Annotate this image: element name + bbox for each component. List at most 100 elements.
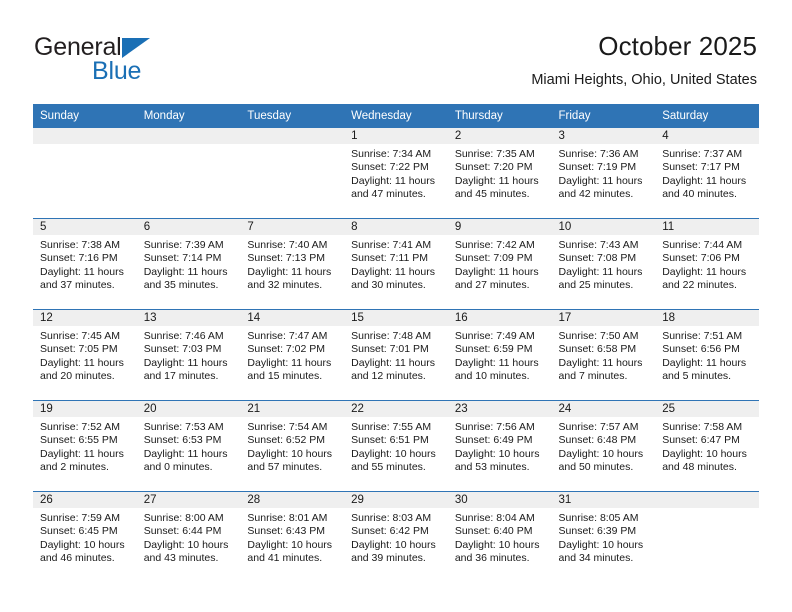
sunrise-text: Sunrise: 7:46 AM	[143, 330, 224, 342]
sunrise-text: Sunrise: 7:54 AM	[247, 421, 328, 433]
calendar-day-cell[interactable]: 16 Sunrise: 7:49 AM Sunset: 6:59 PM Dayligh…	[447, 309, 552, 401]
weekday-header-friday: Friday	[551, 104, 656, 128]
calendar-day-cell[interactable]: 30 Sunrise: 8:04 AM Sunset: 6:40 PM Dayligh…	[447, 491, 552, 582]
sunrise-text: Sunrise: 7:52 AM	[40, 421, 120, 433]
daylight-text-line1: Daylight: 11 hours	[351, 174, 435, 187]
sunset-text: Sunset: 7:02 PM	[247, 343, 326, 356]
calendar-day-cell[interactable]: 17 Sunrise: 7:50 AM Sunset: 6:58 PM Dayligh…	[551, 309, 656, 401]
sunset-text: Sunset: 7:06 PM	[662, 252, 740, 265]
calendar-day-cell-empty	[33, 128, 137, 219]
day-number: 22	[344, 401, 448, 417]
calendar-week-row: 1 Sunrise: 7:34 AM Sunset: 7:22 PM Daylight…	[33, 128, 759, 219]
calendar-day-cell[interactable]: 11 Sunrise: 7:44 AM Sunset: 7:06 PM Dayligh…	[655, 218, 759, 310]
calendar-day-cell[interactable]: 31 Sunrise: 8:05 AM Sunset: 6:39 PM Dayligh…	[551, 491, 656, 582]
calendar-day-cell[interactable]: 7 Sunrise: 7:40 AM Sunset: 7:13 PM Daylight…	[240, 218, 345, 310]
calendar-container: Sunday Monday Tuesday Wednesday Thursday…	[33, 104, 759, 582]
calendar-day-cell[interactable]: 26 Sunrise: 7:59 AM Sunset: 6:45 PM Dayligh…	[33, 491, 137, 582]
calendar-day-cell[interactable]: 25 Sunrise: 7:58 AM Sunset: 6:47 PM Dayligh…	[655, 400, 759, 492]
day-cell-inner: 13 Sunrise: 7:46 AM Sunset: 7:03 PM Dayligh…	[136, 310, 241, 400]
calendar-day-cell[interactable]: 12 Sunrise: 7:45 AM Sunset: 7:05 PM Dayligh…	[33, 309, 137, 401]
day-cell-inner: 10 Sunrise: 7:43 AM Sunset: 7:08 PM Dayligh…	[551, 219, 656, 309]
day-cell-inner: 4 Sunrise: 7:37 AM Sunset: 7:17 PM Daylight…	[655, 128, 759, 218]
day-cell-inner: 1 Sunrise: 7:34 AM Sunset: 7:22 PM Daylight…	[344, 128, 448, 218]
sunset-text: Sunset: 6:59 PM	[454, 343, 533, 356]
calendar-day-cell[interactable]: 15 Sunrise: 7:48 AM Sunset: 7:01 PM Dayligh…	[344, 309, 448, 401]
calendar-week-row: 5 Sunrise: 7:38 AM Sunset: 7:16 PM Daylight…	[33, 218, 759, 310]
daylight-text-line1: Daylight: 10 hours	[454, 538, 540, 551]
calendar-day-cell[interactable]: 28 Sunrise: 8:01 AM Sunset: 6:43 PM Dayligh…	[240, 491, 345, 582]
page-header: General Blue October 2025 Miami Heights,…	[0, 0, 792, 100]
sunset-text: Sunset: 7:19 PM	[558, 161, 637, 174]
daylight-text-line2: and 46 minutes.	[40, 552, 115, 565]
calendar-day-cell[interactable]: 14 Sunrise: 7:47 AM Sunset: 7:02 PM Dayligh…	[240, 309, 345, 401]
calendar-day-cell[interactable]: 6 Sunrise: 7:39 AM Sunset: 7:14 PM Daylight…	[136, 218, 241, 310]
day-number	[655, 492, 759, 508]
sunset-text: Sunset: 6:47 PM	[662, 434, 740, 447]
calendar-day-cell[interactable]: 5 Sunrise: 7:38 AM Sunset: 7:16 PM Daylight…	[33, 218, 137, 310]
calendar-day-cell[interactable]: 23 Sunrise: 7:56 AM Sunset: 6:49 PM Dayligh…	[447, 400, 552, 492]
day-cell-inner: 8 Sunrise: 7:41 AM Sunset: 7:11 PM Daylight…	[344, 219, 448, 309]
calendar-day-cell-empty	[240, 128, 345, 219]
day-number: 3	[551, 128, 656, 144]
sunrise-text: Sunrise: 7:40 AM	[247, 239, 328, 251]
sunrise-text: Sunrise: 7:48 AM	[351, 330, 432, 342]
daylight-text-line2: and 20 minutes.	[40, 370, 115, 383]
day-details: Sunrise: 7:39 AM Sunset: 7:14 PM Daylight:…	[137, 235, 241, 293]
day-details: Sunrise: 8:01 AM Sunset: 6:43 PM Daylight:…	[240, 508, 344, 566]
sunrise-text: Sunrise: 7:36 AM	[558, 148, 639, 160]
calendar-day-cell[interactable]: 19 Sunrise: 7:52 AM Sunset: 6:55 PM Dayligh…	[33, 400, 137, 492]
calendar-week-row: 12 Sunrise: 7:45 AM Sunset: 7:05 PM Dayligh…	[33, 309, 759, 401]
calendar-day-cell[interactable]: 20 Sunrise: 7:53 AM Sunset: 6:53 PM Dayligh…	[136, 400, 241, 492]
daylight-text-line1: Daylight: 10 hours	[247, 538, 333, 551]
calendar-day-cell[interactable]: 24 Sunrise: 7:57 AM Sunset: 6:48 PM Dayligh…	[551, 400, 656, 492]
calendar-day-cell[interactable]: 9 Sunrise: 7:42 AM Sunset: 7:09 PM Daylight…	[447, 218, 552, 310]
day-details: Sunrise: 7:52 AM Sunset: 6:55 PM Daylight:…	[33, 417, 137, 475]
calendar-day-cell[interactable]: 18 Sunrise: 7:51 AM Sunset: 6:56 PM Dayligh…	[655, 309, 759, 401]
calendar-day-cell[interactable]: 4 Sunrise: 7:37 AM Sunset: 7:17 PM Daylight…	[655, 128, 759, 219]
sunset-text: Sunset: 7:08 PM	[558, 252, 637, 265]
day-cell-inner: 21 Sunrise: 7:54 AM Sunset: 6:52 PM Dayligh…	[240, 401, 345, 491]
calendar-day-cell[interactable]: 3 Sunrise: 7:36 AM Sunset: 7:19 PM Daylight…	[551, 128, 656, 219]
day-cell-inner: 27 Sunrise: 8:00 AM Sunset: 6:44 PM Dayligh…	[136, 492, 241, 582]
daylight-text-line1: Daylight: 11 hours	[454, 174, 539, 187]
day-details: Sunrise: 7:45 AM Sunset: 7:05 PM Daylight:…	[33, 326, 137, 384]
day-number: 20	[136, 401, 241, 417]
sunset-text: Sunset: 6:56 PM	[662, 343, 740, 356]
day-number	[33, 128, 137, 144]
calendar-day-cell[interactable]: 10 Sunrise: 7:43 AM Sunset: 7:08 PM Dayligh…	[551, 218, 656, 310]
day-details: Sunrise: 7:46 AM Sunset: 7:03 PM Daylight:…	[137, 326, 241, 384]
daylight-text-line1: Daylight: 11 hours	[247, 356, 332, 369]
sunrise-text: Sunrise: 7:39 AM	[143, 239, 224, 251]
calendar-day-cell[interactable]: 1 Sunrise: 7:34 AM Sunset: 7:22 PM Daylight…	[344, 128, 448, 219]
calendar-day-cell[interactable]: 27 Sunrise: 8:00 AM Sunset: 6:44 PM Dayligh…	[136, 491, 241, 582]
day-number: 14	[240, 310, 345, 326]
calendar-day-cell-empty	[136, 128, 241, 219]
daylight-text-line2: and 37 minutes.	[40, 279, 115, 292]
calendar-day-cell[interactable]: 29 Sunrise: 8:03 AM Sunset: 6:42 PM Dayligh…	[344, 491, 448, 582]
day-number: 21	[240, 401, 345, 417]
daylight-text-line2: and 5 minutes.	[662, 370, 732, 383]
calendar-day-cell[interactable]: 8 Sunrise: 7:41 AM Sunset: 7:11 PM Daylight…	[344, 218, 448, 310]
daylight-text-line2: and 0 minutes.	[143, 461, 213, 474]
day-number: 12	[33, 310, 137, 326]
sunset-text: Sunset: 6:44 PM	[143, 525, 222, 538]
sunrise-text: Sunrise: 7:34 AM	[351, 148, 432, 160]
daylight-text-line1: Daylight: 11 hours	[454, 265, 539, 278]
calendar-day-cell[interactable]: 22 Sunrise: 7:55 AM Sunset: 6:51 PM Dayligh…	[344, 400, 448, 492]
sunset-text: Sunset: 6:45 PM	[40, 525, 118, 538]
calendar-day-cell[interactable]: 2 Sunrise: 7:35 AM Sunset: 7:20 PM Daylight…	[447, 128, 552, 219]
calendar-day-cell[interactable]: 21 Sunrise: 7:54 AM Sunset: 6:52 PM Dayligh…	[240, 400, 345, 492]
sunrise-text: Sunrise: 7:42 AM	[454, 239, 535, 251]
calendar-day-cell[interactable]: 13 Sunrise: 7:46 AM Sunset: 7:03 PM Dayligh…	[136, 309, 241, 401]
daylight-text-line1: Daylight: 11 hours	[351, 356, 435, 369]
daylight-text-line2: and 55 minutes.	[351, 461, 426, 474]
sunset-text: Sunset: 7:03 PM	[143, 343, 222, 356]
day-details: Sunrise: 7:43 AM Sunset: 7:08 PM Daylight:…	[552, 235, 656, 293]
page-title: October 2025	[598, 31, 757, 61]
day-cell-inner: 31 Sunrise: 8:05 AM Sunset: 6:39 PM Dayligh…	[551, 492, 656, 582]
sunrise-text: Sunrise: 8:05 AM	[558, 512, 639, 524]
daylight-text-line1: Daylight: 11 hours	[558, 265, 643, 278]
day-details: Sunrise: 7:56 AM Sunset: 6:49 PM Daylight:…	[448, 417, 552, 475]
daylight-text-line1: Daylight: 11 hours	[143, 265, 228, 278]
day-details: Sunrise: 7:36 AM Sunset: 7:19 PM Daylight:…	[552, 144, 656, 202]
